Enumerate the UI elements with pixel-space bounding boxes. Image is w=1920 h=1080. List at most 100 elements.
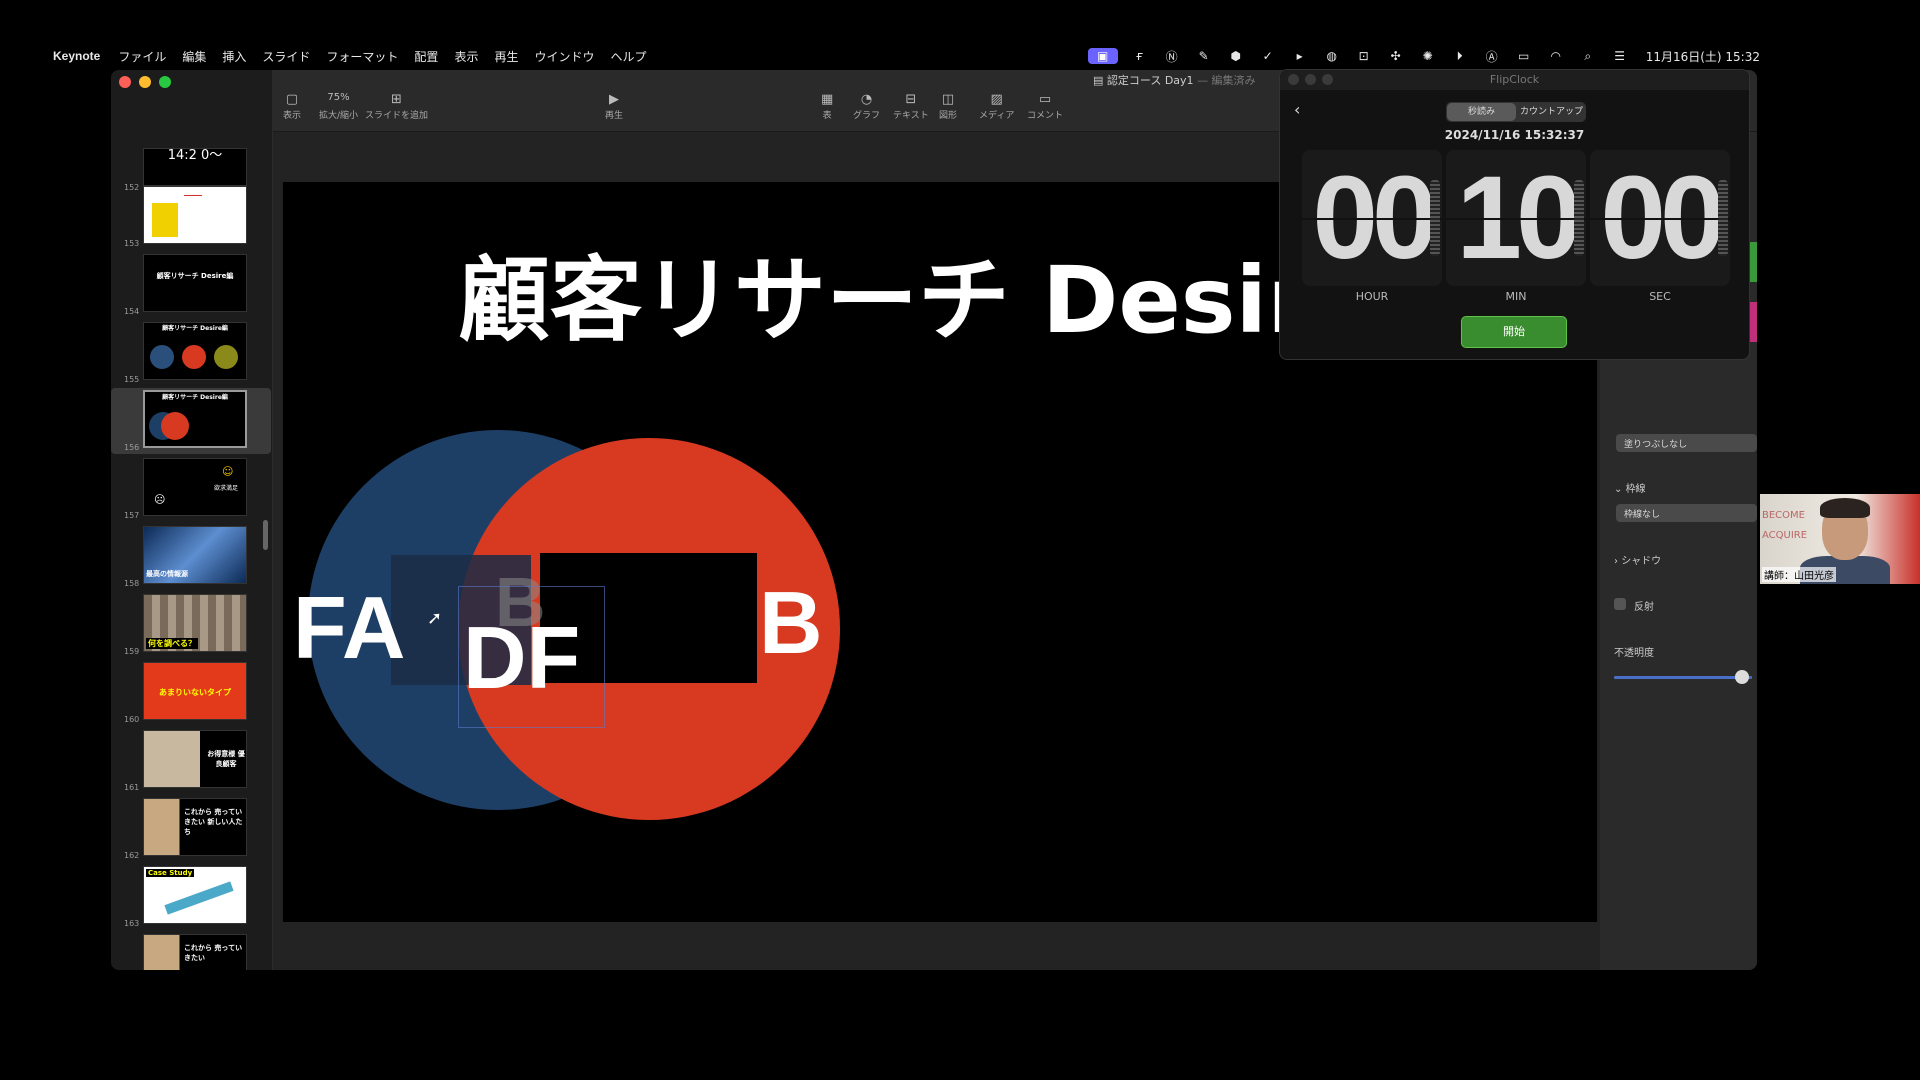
second-card[interactable]: 00 [1590, 150, 1730, 286]
menu-play[interactable]: 再生 [494, 48, 518, 65]
line-icon[interactable]: ◍ [1322, 48, 1342, 64]
menubar-clock[interactable]: 11月16日(土) 15:32 [1646, 48, 1760, 65]
slide-number: 161 [124, 783, 140, 792]
label-fa[interactable]: FA [293, 577, 405, 679]
menu-slide[interactable]: スライド [262, 48, 310, 65]
menu-window[interactable]: ウインドウ [534, 48, 594, 65]
slide-thumb-163[interactable]: Case Study 163 [111, 864, 271, 930]
menu-arrange[interactable]: 配置 [414, 48, 438, 65]
chatgpt-icon[interactable]: ✺ [1418, 48, 1438, 64]
view-button[interactable]: ▢ 表示 [283, 92, 301, 121]
slide-thumb-159[interactable]: 何を調べる？ 159 [111, 592, 271, 658]
slide-number: 156 [124, 443, 140, 452]
cs-icon[interactable]: ⊡ [1354, 48, 1374, 64]
extension-icon[interactable]: ⬢ [1226, 48, 1246, 64]
presenter-caption: 講師：山田光彦 [1762, 567, 1836, 582]
shape-icon: ◫ [941, 92, 955, 107]
app-menu[interactable]: Keynote [53, 49, 100, 63]
slide-thumb-153[interactable]: ━━━━━━ 153 [111, 184, 271, 250]
chart-button[interactable]: ◔ グラフ [853, 92, 880, 121]
accent-strip-pink [1750, 302, 1757, 342]
menu-file[interactable]: ファイル [118, 48, 166, 65]
flipclock-minimize-button[interactable] [1305, 74, 1316, 85]
fill-select[interactable]: 塗りつぶしなし [1616, 434, 1757, 452]
shadow-section[interactable]: › シャドウ [1614, 552, 1661, 567]
play-label: 再生 [605, 111, 624, 121]
notion-icon[interactable]: Ⓝ [1162, 48, 1182, 64]
countup-tab[interactable]: カウントアップ [1517, 102, 1586, 122]
dropbox-icon[interactable]: ✣ [1386, 48, 1406, 64]
check-icon[interactable]: ✓ [1258, 48, 1278, 64]
slide-thumb-157[interactable]: ☹ ☺ 欲求満足 157 [111, 456, 271, 522]
menu-insert[interactable]: 挿入 [222, 48, 246, 65]
navigator-scrollbar[interactable] [263, 520, 268, 550]
play-button[interactable]: ▶ 再生 [605, 92, 623, 121]
start-button[interactable]: 開始 [1461, 316, 1567, 348]
slide-thumb-158[interactable]: 最高の情報源 158 [111, 524, 271, 590]
flipclock-close-button[interactable] [1288, 74, 1299, 85]
figma-icon[interactable]: ғ [1130, 48, 1150, 64]
input-source-icon[interactable]: Ⓐ [1482, 48, 1502, 64]
slide-thumb-161[interactable]: お得意様 優良顧客 161 [111, 728, 271, 794]
reflection-checkbox[interactable] [1614, 598, 1626, 610]
slide-thumb-155[interactable]: 顧客リサーチ Desire編 155 [111, 320, 271, 386]
text-label: テキスト [893, 111, 929, 121]
border-select[interactable]: 枠線なし [1616, 504, 1757, 522]
menu-view[interactable]: 表示 [454, 48, 478, 65]
text-button[interactable]: ⊟ テキスト [893, 92, 929, 121]
hour-card[interactable]: 00 [1302, 150, 1442, 286]
slide-number: 153 [124, 239, 140, 248]
battery-icon[interactable]: ▭ [1514, 48, 1534, 64]
slide-navigator[interactable]: 14:2 0～ 152 ━━━━━━ 153 顧客リサーチ Desire編 15… [111, 70, 273, 970]
border-section[interactable]: ⌄ 枠線 [1614, 480, 1646, 495]
flipclock-zoom-button[interactable] [1322, 74, 1333, 85]
menu-format[interactable]: フォーマット [326, 48, 398, 65]
menu-edit[interactable]: 編集 [182, 48, 206, 65]
slide-thumb-156[interactable]: 顧客リサーチ Desire編 156 [111, 388, 271, 454]
thumb-scissors-graphic [164, 881, 234, 915]
webcam-overlay: BECOME ACQUIRE 講師：山田光彦 [1760, 494, 1920, 584]
shape-button[interactable]: ◫ 図形 [939, 92, 957, 121]
presenter-hair [1820, 498, 1870, 518]
back-chevron-icon[interactable]: ‹ [1294, 100, 1300, 119]
close-button[interactable] [119, 76, 131, 88]
label-b[interactable]: B [759, 572, 823, 674]
add-slide-button[interactable]: ⊞ スライドを追加 [365, 92, 428, 121]
zoom-control[interactable]: 75% 拡大/縮小 [319, 92, 358, 121]
document-name: 認定コース Day1 [1106, 74, 1194, 87]
selection-handles [458, 586, 605, 728]
view-label: 表示 [283, 111, 302, 121]
minute-card[interactable]: 10 [1446, 150, 1586, 286]
thumb-text: 顧客リサーチ Desire編 [162, 325, 228, 332]
thumb-image: これから 売っていきたい 新しい人たち [143, 798, 247, 856]
slide-thumb-164[interactable]: これから 売っていきたい [111, 932, 271, 970]
evernote-icon[interactable]: ✎ [1194, 48, 1214, 64]
opacity-slider-knob[interactable] [1735, 670, 1749, 684]
media-button[interactable]: ▨ メディア [979, 92, 1014, 121]
zoom-button[interactable] [159, 76, 171, 88]
play-icon: ▶ [609, 92, 619, 107]
slide-title[interactable]: 顧客リサーチ Desire [458, 226, 1375, 359]
wifi-icon[interactable]: ◠ [1546, 48, 1566, 64]
slide-thumb-154[interactable]: 顧客リサーチ Desire編 154 [111, 252, 271, 318]
thumb-text: 欲求満足 [214, 485, 239, 492]
media-play-icon[interactable]: ⏵ [1450, 48, 1470, 64]
table-button[interactable]: ▦ 表 [821, 92, 833, 121]
slide-thumb-162[interactable]: これから 売っていきたい 新しい人たち 162 [111, 796, 271, 862]
screen-share-icon[interactable]: ▣ [1087, 48, 1118, 64]
countdown-tab[interactable]: 秒読み [1447, 103, 1516, 121]
comment-button[interactable]: ▭ コメント [1027, 92, 1063, 121]
opacity-slider[interactable] [1614, 676, 1752, 679]
window-controls [119, 76, 171, 88]
play-circle-icon[interactable]: ▸ [1290, 48, 1310, 64]
slide-number: 159 [124, 647, 140, 656]
minimize-button[interactable] [139, 76, 151, 88]
slide-thumb-160[interactable]: あまりいないタイプ 160 [111, 660, 271, 726]
control-center-icon[interactable]: ☰ [1610, 48, 1630, 64]
menu-help[interactable]: ヘルプ [610, 48, 646, 65]
search-icon[interactable]: ⌕ [1578, 48, 1598, 64]
flipclock-titlebar: FlipClock [1280, 70, 1749, 90]
flip-hinge [1718, 180, 1728, 256]
add-slide-label: スライドを追加 [365, 111, 429, 121]
reflection-label: 反射 [1634, 602, 1654, 613]
